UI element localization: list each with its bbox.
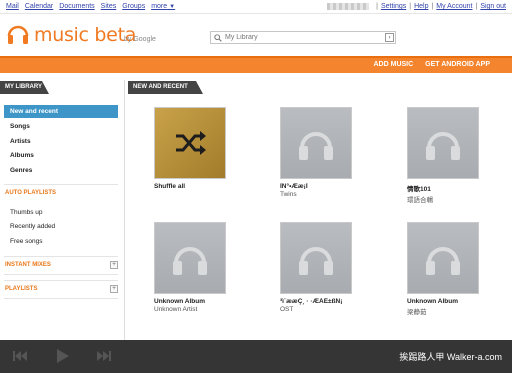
sidebar-item-artists[interactable]: Artists <box>4 135 118 148</box>
account-email-redacted <box>327 3 370 10</box>
my-library-heading: MY LIBRARY <box>0 81 49 94</box>
gbar-link-mail[interactable]: Mail <box>6 3 19 10</box>
gbar-link-calendar[interactable]: Calendar <box>25 3 53 10</box>
settings-link[interactable]: Settings <box>381 3 406 10</box>
sidebar-item-free-songs[interactable]: Free songs <box>4 235 118 248</box>
divider <box>4 184 118 185</box>
album-title[interactable]: Unknown Album <box>154 298 228 305</box>
gbar-link-groups[interactable]: Groups <box>122 3 145 10</box>
album-artist[interactable]: 梁静茹 <box>407 306 481 316</box>
album-artist[interactable]: Twins <box>280 191 354 198</box>
headphones-placeholder-icon <box>299 132 333 160</box>
divider <box>4 298 118 299</box>
separator: | <box>431 3 434 10</box>
album-artist[interactable]: OST <box>280 306 354 313</box>
playlists-heading: PLAYLISTS <box>5 286 38 292</box>
album-art[interactable] <box>407 107 479 179</box>
album-art[interactable] <box>280 222 352 294</box>
previous-track-icon[interactable] <box>12 350 28 362</box>
sidebar: MY LIBRARY New and recent Songs Artists … <box>0 80 125 340</box>
watermark-text: 挨踢路人甲 Walker-a.com <box>399 352 502 362</box>
search-box: › <box>210 31 396 44</box>
album-art[interactable] <box>154 222 226 294</box>
headphones-placeholder-icon <box>299 247 333 275</box>
add-playlist-button[interactable]: + <box>110 285 118 293</box>
gbar-more-menu[interactable]: more ▼ <box>151 3 175 10</box>
next-track-icon[interactable] <box>96 350 112 362</box>
separator: | <box>409 3 412 10</box>
divider <box>4 280 118 281</box>
album-artist[interactable]: 環語合輯 <box>407 194 481 204</box>
google-apps-links: Mail Calendar Documents Sites Groups mor… <box>6 3 175 10</box>
my-account-link[interactable]: My Account <box>436 3 472 10</box>
main-content: NEW AND RECENT Shuffle all ÌÑ°•Ææ¡Ì Twin… <box>126 80 512 340</box>
sidebar-item-albums[interactable]: Albums <box>4 149 118 162</box>
album-title[interactable]: Shuffle all <box>154 183 228 190</box>
gbar-link-sites[interactable]: Sites <box>101 3 117 10</box>
album-card[interactable]: Unknown Album Unknown Artist <box>154 222 228 313</box>
section-title: NEW AND RECENT <box>128 81 203 94</box>
headphones-placeholder-icon <box>426 247 460 275</box>
album-art[interactable] <box>407 222 479 294</box>
player-bar: 挨踢路人甲 Walker-a.com <box>0 340 512 373</box>
divider <box>4 256 118 257</box>
sidebar-item-new-and-recent[interactable]: New and recent <box>4 105 118 118</box>
gbar-link-documents[interactable]: Documents <box>59 3 94 10</box>
sidebar-item-thumbs-up[interactable]: Thumbs up <box>4 206 118 219</box>
album-card[interactable]: 情歌101 環語合輯 <box>407 107 481 204</box>
get-android-app-link[interactable]: GET ANDROID APP <box>425 61 490 68</box>
sign-out-link[interactable]: Sign out <box>480 3 506 10</box>
sidebar-item-songs[interactable]: Songs <box>4 120 118 133</box>
account-links: | Settings | Help | My Account | Sign ou… <box>327 3 506 10</box>
gbar-more-label: more <box>151 3 168 10</box>
top-action-bar: ADD MUSIC GET ANDROID APP <box>0 56 512 73</box>
app-logo-text[interactable]: music beta <box>34 24 136 46</box>
instant-mixes-heading: INSTANT MIXES <box>5 262 51 268</box>
shuffle-icon <box>176 131 206 155</box>
divider <box>4 274 118 275</box>
album-title[interactable]: ³ì¨ææÇ¸ · ·ÆÁÉ±ßÑ¡ <box>280 298 354 305</box>
album-card-shuffle-all[interactable]: Shuffle all <box>154 107 228 190</box>
album-artist[interactable]: Unknown Artist <box>154 306 228 313</box>
separator: | <box>376 3 378 10</box>
sidebar-item-recently-added[interactable]: Recently added <box>4 220 118 233</box>
by-google-label: by Google <box>124 36 156 43</box>
headphones-placeholder-icon <box>173 247 207 275</box>
add-instant-mix-button[interactable]: + <box>110 261 118 269</box>
headphones-placeholder-icon <box>426 132 460 160</box>
album-card[interactable]: ³ì¨ææÇ¸ · ·ÆÁÉ±ßÑ¡ OST <box>280 222 354 313</box>
search-go-button[interactable]: › <box>385 33 394 42</box>
album-title[interactable]: ÌÑ°•Ææ¡Ì <box>280 183 354 190</box>
google-bar: Mail Calendar Documents Sites Groups mor… <box>0 0 512 14</box>
auto-playlists-heading: AUTO PLAYLISTS <box>5 190 57 196</box>
album-title[interactable]: 情歌101 <box>407 183 481 193</box>
album-card[interactable]: Unknown Album 梁静茹 <box>407 222 481 316</box>
album-card[interactable]: ÌÑ°•Ææ¡Ì Twins <box>280 107 354 198</box>
headphones-logo-icon[interactable] <box>6 22 30 46</box>
album-title[interactable]: Unknown Album <box>407 298 481 305</box>
search-icon <box>214 33 222 42</box>
separator: | <box>475 3 478 10</box>
sidebar-item-genres[interactable]: Genres <box>4 164 118 177</box>
search-input[interactable] <box>225 34 385 41</box>
add-music-link[interactable]: ADD MUSIC <box>374 61 414 68</box>
chevron-down-icon: ▼ <box>169 4 176 10</box>
app-header: music beta by Google › <box>0 14 512 56</box>
album-art[interactable] <box>154 107 226 179</box>
help-link[interactable]: Help <box>414 3 428 10</box>
play-icon[interactable] <box>56 348 70 364</box>
album-art[interactable] <box>280 107 352 179</box>
